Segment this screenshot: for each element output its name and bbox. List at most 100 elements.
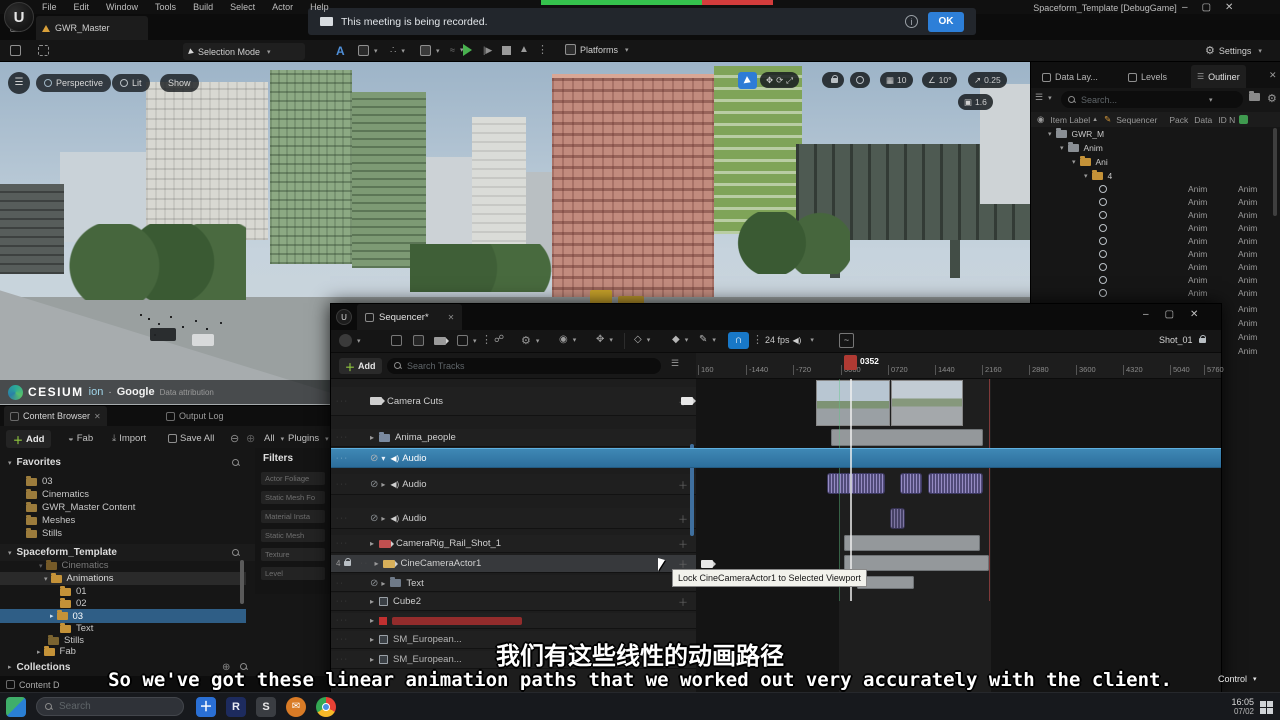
outliner-anim-row[interactable]: AnimAnim [1031,276,1107,284]
add-track-button[interactable]: ＋Add [339,358,382,374]
scope-all-dropdown[interactable]: All▾ [264,433,284,444]
keyframe-options-dropdown[interactable]: ◇▾ [634,334,650,345]
outliner-filter-button[interactable]: ☰▾ [1035,92,1052,103]
track-camera-cuts[interactable]: ···Camera Cuts＋ [331,387,696,416]
control-dropdown[interactable]: Control▾ [1218,674,1257,684]
outliner-row-world[interactable]: ▾GWR_M [1045,129,1104,139]
outliner-search[interactable]: ▾ [1061,91,1243,108]
taskbar-app-s-icon[interactable]: S [256,697,276,717]
lit-dropdown[interactable]: Lit [112,74,150,92]
tab-content-browser[interactable]: Content Browser✕ [4,406,107,426]
menu-file[interactable]: File [42,2,57,12]
cb-scrollbar[interactable] [240,560,244,604]
mute-icon[interactable]: ⊘ [370,453,378,464]
outliner-anim-row[interactable]: AnimAnim [1031,250,1107,258]
outliner-search-input[interactable] [1081,95,1201,105]
more-icon[interactable]: ⋮ [481,333,492,346]
track-search-input[interactable] [407,361,617,371]
track-cube2[interactable]: ···▸Cube2＋ [331,593,696,611]
taskbar-search-input[interactable] [59,701,159,712]
taskbar-app-plus-icon[interactable]: ＋ [196,697,216,717]
level-tab[interactable]: GWR_Master [36,16,148,40]
angle-snap-button[interactable]: ∠10° [922,72,957,88]
col-id[interactable]: ID N [1218,115,1235,125]
open-icon[interactable] [38,45,49,56]
taskbar-app-r-icon[interactable]: R [226,697,246,717]
scope-plugins-dropdown[interactable]: Plugins▾ [288,433,329,444]
selection-mode-dropdown[interactable]: Selection Mode ▾ [183,43,305,60]
sequencer-titlebar[interactable] [331,304,1221,330]
timeline-ruler[interactable]: 160 -1440 -720 0000 0720 1440 2160 2880 … [696,353,1221,379]
perspective-dropdown[interactable]: Perspective [36,74,111,92]
coord-lock-button[interactable] [822,72,844,88]
auto-key-dropdown[interactable]: ◆▾ [672,334,688,345]
stop-button[interactable] [502,46,511,55]
outliner-anim-row[interactable]: AnimAnim [1031,237,1107,245]
mute-icon[interactable]: ⊘ [370,513,378,524]
track-audio-2[interactable]: ···⊘▸◀)Audio＋ [331,474,696,495]
camera-rig-section[interactable] [844,535,980,551]
playhead-marker[interactable] [844,355,857,370]
outliner-header-row[interactable]: ◉ Item Label ▲ ✎ Sequencer Pack Data ID … [1031,112,1280,127]
platforms-dropdown[interactable]: Platforms ▾ [565,44,629,55]
tree-folder-01[interactable]: 01 [60,586,87,597]
search-icon[interactable] [232,459,240,467]
outliner-anim-row[interactable]: AnimAnim [1031,198,1107,206]
outliner-settings-icon[interactable]: ⚙ [1267,92,1277,105]
actions-icon[interactable]: ☍ [494,334,504,345]
paint-mode-icon[interactable]: A [336,44,345,58]
favorite-folder[interactable]: Meshes [26,515,75,526]
track-text[interactable]: ··⊘▸Text [331,575,696,592]
favorite-folder[interactable]: GWR_Master Content [26,502,135,513]
tree-folder-03-selected[interactable]: ▸03 [0,609,246,623]
close-button[interactable]: ✕ [1190,309,1198,320]
maximize-button[interactable]: ▢ [1202,2,1211,13]
filter-chip[interactable]: Level [261,567,325,580]
edit-mode-dropdown[interactable]: ✎▾ [699,334,716,345]
menu-actor[interactable]: Actor [272,2,293,12]
outliner-row-anim[interactable]: ▾Anim [1057,143,1103,153]
track-filter-icon[interactable]: ☰ [671,358,679,369]
anima-people-section[interactable] [831,429,983,446]
import-button[interactable]: ⤓Import [112,433,146,444]
snap-magnet-button[interactable]: ∩ [728,332,749,349]
info-icon[interactable]: i [905,15,918,28]
snap-options-icon[interactable]: ⋮ [752,333,763,346]
camera-cut-thumbnail[interactable] [891,380,963,426]
outliner-row-folder4[interactable]: ▾4 [1081,171,1112,181]
filter-chip[interactable]: Static Mesh [261,529,325,542]
track-audio-selected[interactable]: ···⊘▾◀)Audio [331,448,1221,468]
track-audio-3[interactable]: ···⊘▸◀)Audio＋ [331,508,696,529]
audio-waveform[interactable] [901,474,921,493]
tab-data-layers[interactable]: Data Lay... [1037,66,1103,88]
play-button[interactable] [463,44,472,56]
save-all-button[interactable]: Save All [168,433,214,444]
outliner-anim-row[interactable]: AnimAnim [1031,211,1107,219]
forward-icon[interactable]: ⊕ [246,432,255,445]
data-attribution-link[interactable]: Data attribution [160,388,214,397]
menu-help[interactable]: Help [310,2,329,12]
add-actor-dropdown[interactable]: ▾ [358,45,378,56]
tab-outliner[interactable]: ☰Outliner [1191,65,1246,88]
render-movie-icon[interactable] [434,337,446,345]
outliner-anim-row[interactable]: AnimAnim [1031,224,1107,232]
taskbar-search[interactable] [36,697,184,716]
curve-editor-icon[interactable]: ~ [839,333,854,348]
create-camera-dropdown[interactable]: ▾ [457,335,477,346]
menu-build[interactable]: Build [193,2,213,12]
track-search[interactable] [387,358,661,374]
back-icon[interactable]: ⊖ [230,432,239,445]
sequencer-tab[interactable]: Sequencer* ✕ [357,304,462,330]
tree-folder-cinematics[interactable]: ▾Cinematics [36,560,109,571]
water-dropdown[interactable]: ≈▾ [450,45,463,55]
close-icon[interactable]: ✕ [448,313,455,322]
save-icon[interactable] [10,45,21,56]
col-item-label[interactable]: Item Label [1050,115,1090,125]
tree-folder-02[interactable]: 02 [60,598,87,609]
grid-snap-button[interactable]: ▦10 [880,72,913,88]
menu-window[interactable]: Window [106,2,138,12]
playback-options-dropdown[interactable]: ✥▾ [596,334,613,345]
audio-waveform[interactable] [929,474,982,493]
filter-chip[interactable]: Actor Foliage [261,472,325,485]
camera-cut-thumbnail[interactable] [816,380,890,426]
